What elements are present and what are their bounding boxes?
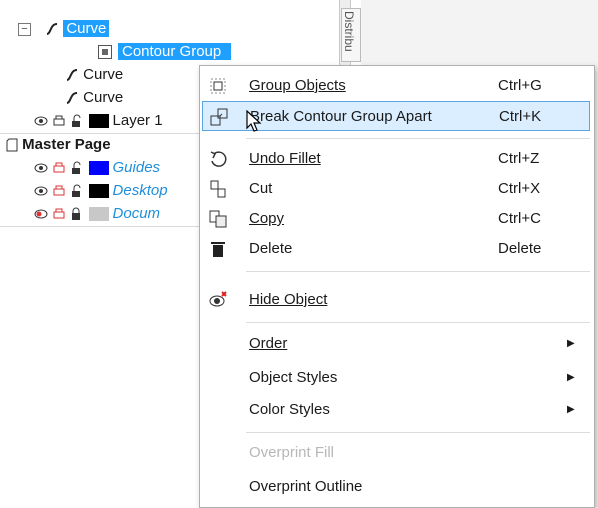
menu-separator xyxy=(246,271,590,272)
menu-item-label: Order xyxy=(249,335,288,352)
menu-item-overprint-outline[interactable]: Overprint Outline xyxy=(202,472,590,502)
menu-item-object-styles[interactable]: Object Styles ▶ xyxy=(202,363,590,393)
document-color-swatch xyxy=(88,207,109,222)
menu-item-label: Copy xyxy=(249,210,285,227)
menu-separator xyxy=(246,138,590,139)
tree-item-label: Curve xyxy=(83,66,124,83)
tree-item-desktop[interactable]: Desktop xyxy=(34,180,168,202)
tree-item-curve-b[interactable]: Curve xyxy=(65,87,123,109)
desktop-color-swatch xyxy=(88,184,109,199)
mouse-cursor-icon xyxy=(246,110,262,132)
tree-item-label: Master Page xyxy=(22,136,111,153)
unlock-icon[interactable] xyxy=(70,161,82,175)
menu-item-color-styles[interactable]: Color Styles ▶ xyxy=(202,395,590,425)
tree-item-curve-a[interactable]: Curve xyxy=(65,64,123,86)
menu-item-shortcut: Ctrl+G xyxy=(498,77,542,94)
menu-item-overprint-fill: Overprint Fill xyxy=(202,438,590,468)
submenu-arrow-icon: ▶ xyxy=(567,404,575,415)
tree-item-label: Curve xyxy=(63,20,110,37)
tree-item-layer1[interactable]: Layer 1 xyxy=(34,110,163,132)
cut-icon xyxy=(210,180,226,198)
side-tab-label: Distribu xyxy=(342,11,356,52)
tree-item-guides[interactable]: Guides xyxy=(34,157,160,179)
printer-disabled-icon[interactable] xyxy=(52,184,66,198)
menu-item-hide-object[interactable]: Hide Object xyxy=(202,285,590,315)
distribute-side-tab[interactable]: Distribu xyxy=(341,8,361,62)
menu-item-group-objects[interactable]: Group Objects Ctrl+G xyxy=(202,71,590,101)
submenu-arrow-icon: ▶ xyxy=(567,372,575,383)
printer-disabled-icon[interactable] xyxy=(52,207,66,221)
menu-item-shortcut: Ctrl+K xyxy=(499,108,542,125)
curve-icon xyxy=(46,23,58,36)
page-icon xyxy=(6,138,18,152)
menu-item-label: Color Styles xyxy=(249,401,330,418)
submenu-arrow-icon: ▶ xyxy=(567,338,575,349)
tree-item-master-page[interactable]: Master Page xyxy=(6,134,111,156)
menu-item-shortcut: Ctrl+Z xyxy=(498,150,540,167)
eye-icon[interactable] xyxy=(34,114,48,128)
eye-disabled-icon[interactable] xyxy=(34,207,48,221)
printer-disabled-icon[interactable] xyxy=(52,161,66,175)
menu-item-label: Break Contour Group Apart xyxy=(250,108,432,125)
curve-icon xyxy=(66,69,78,82)
copy-icon xyxy=(209,210,227,228)
menu-item-label: Delete xyxy=(249,240,293,257)
menu-item-copy[interactable]: Copy Ctrl+C xyxy=(202,204,590,234)
guides-color-swatch xyxy=(88,161,109,176)
menu-item-label: Cut xyxy=(249,180,273,197)
curve-icon xyxy=(66,92,78,105)
tree-item-label: Desktop xyxy=(112,182,168,199)
menu-item-label: Hide Object xyxy=(249,291,328,308)
menu-item-shortcut: Delete xyxy=(498,240,542,257)
menu-separator xyxy=(246,432,590,433)
menu-item-label: Overprint Outline xyxy=(249,478,363,495)
collapse-toggle-icon[interactable]: − xyxy=(18,22,31,36)
layer-color-swatch xyxy=(88,114,109,129)
undo-icon xyxy=(210,151,227,167)
tree-item-label: Layer 1 xyxy=(112,112,163,129)
tree-item-label: Guides xyxy=(112,159,161,176)
lock-icon[interactable] xyxy=(70,207,82,221)
menu-item-delete[interactable]: Delete Delete xyxy=(202,234,590,264)
eye-icon[interactable] xyxy=(34,161,48,175)
menu-item-label: Object Styles xyxy=(249,369,338,386)
menu-separator xyxy=(246,322,590,323)
menu-item-order[interactable]: Order ▶ xyxy=(202,329,590,359)
hide-eye-icon xyxy=(209,291,227,307)
tree-item-label: Contour Group xyxy=(118,43,232,60)
menu-item-label: Overprint Fill xyxy=(249,444,335,461)
break-apart-icon xyxy=(210,108,228,126)
tree-item-curve-selected[interactable]: − Curve xyxy=(18,18,110,40)
trash-icon xyxy=(211,242,225,257)
unlock-icon[interactable] xyxy=(70,184,82,198)
contour-group-icon xyxy=(98,45,112,60)
printer-icon[interactable] xyxy=(52,114,66,128)
tree-item-label: Curve xyxy=(83,89,124,106)
menu-item-undo-fillet[interactable]: Undo Fillet Ctrl+Z xyxy=(202,144,590,174)
tree-item-document[interactable]: Docum xyxy=(34,203,160,225)
menu-item-shortcut: Ctrl+X xyxy=(498,180,541,197)
unlock-icon[interactable] xyxy=(70,114,82,128)
tree-item-label: Docum xyxy=(112,205,161,222)
group-objects-icon xyxy=(210,78,226,94)
eye-icon[interactable] xyxy=(34,184,48,198)
menu-item-shortcut: Ctrl+C xyxy=(498,210,541,227)
tree-item-contour-group[interactable]: Contour Group xyxy=(98,41,232,63)
menu-item-label: Undo Fillet xyxy=(249,150,321,167)
menu-item-label: Group Objects xyxy=(249,77,346,94)
menu-item-cut[interactable]: Cut Ctrl+X xyxy=(202,174,590,204)
